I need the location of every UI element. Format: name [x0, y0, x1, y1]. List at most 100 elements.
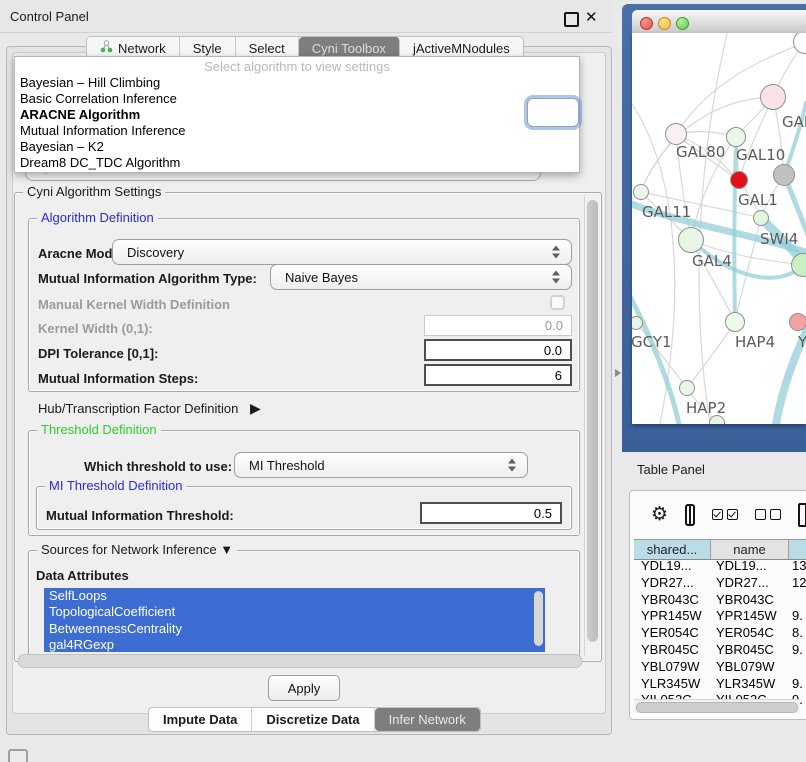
table-row[interactable]: YLR345WYLR345W9.: [634, 676, 806, 693]
table-cell[interactable]: 9.: [789, 642, 806, 659]
table-row[interactable]: YER054CYER054C8.: [634, 625, 806, 642]
attribute-item-betweennesscentrality[interactable]: BetweennessCentrality: [44, 621, 545, 637]
network-canvas[interactable]: GALGAL80GAL10GAL1GAL11SWI4GAL4HAP4YGCY1H…: [632, 33, 806, 424]
network-node-hap2[interactable]: [679, 380, 695, 396]
table-cell[interactable]: 8.: [789, 625, 806, 642]
unchecked-box-icon: [755, 509, 766, 520]
table-hscrollbar-thumb[interactable]: [636, 702, 798, 713]
which-threshold-combobox[interactable]: MI Threshold: [234, 452, 528, 478]
collapsed-arrow-icon[interactable]: ▶: [250, 400, 261, 416]
table-row[interactable]: YBR043CYBR043C: [634, 592, 806, 609]
float-panel-icon[interactable]: [564, 12, 579, 27]
tab-discretize-data[interactable]: Discretize Data: [252, 708, 374, 731]
mi-type-combobox[interactable]: Naive Bayes: [270, 264, 572, 290]
show-columns-icon[interactable]: [712, 509, 738, 520]
network-node-gal4[interactable]: [678, 227, 704, 253]
tab-label: jActiveMNodules: [413, 41, 510, 56]
algorithm-dropdown-popup: Select algorithm to view settings Bayesi…: [14, 56, 580, 173]
column-header-shared[interactable]: shared...: [634, 540, 711, 559]
table-cell[interactable]: YBL079W: [711, 659, 789, 676]
table-cell[interactable]: YDR27...: [634, 575, 711, 592]
table-hscrollbar-track[interactable]: [634, 699, 800, 713]
table-cell[interactable]: 9.: [789, 676, 806, 693]
attribute-item-selfloops[interactable]: SelfLoops: [44, 588, 545, 604]
aracne-mode-combobox[interactable]: Discovery: [112, 239, 572, 265]
table-row[interactable]: YPR145WYPR145W9.: [634, 608, 806, 625]
table-cell[interactable]: YLR345W: [634, 676, 711, 693]
table-cell[interactable]: YPR145W: [711, 608, 789, 625]
new-table-icon[interactable]: [798, 503, 806, 527]
close-window-icon[interactable]: [640, 17, 653, 30]
mi-steps-field[interactable]: 6: [424, 364, 572, 386]
table-cell[interactable]: YER054C: [711, 625, 789, 642]
table-row[interactable]: YDR27...YDR27...12: [634, 575, 806, 592]
network-node-gal80[interactable]: [665, 123, 687, 145]
column-header-name[interactable]: name: [711, 540, 789, 559]
split-columns-icon[interactable]: [685, 504, 695, 526]
algorithm-option-bayesian-hill-climbing[interactable]: Bayesian – Hill Climbing: [15, 75, 579, 91]
table-cell[interactable]: 13: [789, 558, 806, 575]
table-cell[interactable]: [789, 659, 806, 676]
algorithm-option-basic-correlation-inference[interactable]: Basic Correlation Inference: [15, 91, 579, 107]
algorithm-option-dream8-dc-tdc-algorithm[interactable]: Dream8 DC_TDC Algorithm: [15, 155, 579, 171]
hide-columns-icon[interactable]: [755, 509, 781, 520]
table-cell[interactable]: YBR045C: [711, 642, 789, 659]
tab-impute-data[interactable]: Impute Data: [149, 708, 252, 731]
table-row[interactable]: YBL079WYBL079W: [634, 659, 806, 676]
table-cell[interactable]: YBR043C: [634, 592, 711, 609]
table-row[interactable]: YDL19...YDL19...13: [634, 558, 806, 575]
attributes-scrollbar-thumb[interactable]: [534, 591, 543, 646]
cursor-arrow-icon: [615, 369, 621, 377]
gear-icon[interactable]: ⚙: [651, 505, 668, 524]
zoom-window-icon[interactable]: [676, 17, 689, 30]
table-cell[interactable]: YDR27...: [711, 575, 789, 592]
network-node-gal11[interactable]: [633, 184, 649, 200]
network-node-hap4[interactable]: [725, 312, 745, 332]
data-attributes-list[interactable]: SelfLoopsTopologicalCoefficientBetweenne…: [44, 588, 545, 652]
table-cell[interactable]: 12: [789, 575, 806, 592]
dpi-tolerance-field[interactable]: 0.0: [424, 339, 572, 361]
table-cell[interactable]: YER054C: [634, 625, 711, 642]
tab-infer-network[interactable]: Infer Network: [375, 708, 480, 731]
network-node-y[interactable]: [789, 313, 806, 331]
table-row[interactable]: YBR045CYBR045C9.: [634, 642, 806, 659]
mi-type-value: Naive Bayes: [285, 270, 358, 285]
apply-button[interactable]: Apply: [268, 675, 340, 701]
algorithm-option-mutual-information-inference[interactable]: Mutual Information Inference: [15, 123, 579, 139]
settings-scrollbar-thumb[interactable]: [587, 200, 598, 642]
table-cell[interactable]: YDL19...: [634, 558, 711, 575]
network-node-gal1[interactable]: [730, 171, 748, 189]
network-node-swi4[interactable]: [753, 210, 769, 226]
tab-label: Style: [193, 41, 222, 56]
table-cell[interactable]: [789, 592, 806, 609]
network-node-gal10[interactable]: [726, 127, 746, 147]
algorithm-option-aracne-algorithm[interactable]: ARACNE Algorithm: [15, 107, 579, 123]
table-cell[interactable]: YBL079W: [634, 659, 711, 676]
minimize-window-icon[interactable]: [658, 17, 671, 30]
table-cell[interactable]: 9.: [789, 608, 806, 625]
network-window-titlebar[interactable]: [632, 10, 806, 34]
attribute-item-topologicalcoefficient[interactable]: TopologicalCoefficient: [44, 604, 545, 620]
expanded-arrow-icon[interactable]: ▼: [220, 542, 233, 557]
settings-hscrollbar-thumb[interactable]: [18, 654, 582, 668]
table-cell[interactable]: YBR043C: [711, 592, 789, 609]
algorithm-option-bayesian-k2[interactable]: Bayesian – K2: [15, 139, 579, 155]
table-cell[interactable]: YLR345W: [711, 676, 789, 693]
kernel-width-field[interactable]: 0.0: [424, 315, 572, 336]
hub-section-header[interactable]: Hub/Transcription Factor Definition ▶: [38, 400, 261, 417]
mi-threshold-field[interactable]: 0.5: [420, 502, 562, 524]
sources-legend: Sources for Network Inference ▼: [37, 542, 237, 557]
manual-kernel-checkbox[interactable]: [550, 295, 565, 310]
table-cell[interactable]: YDL19...: [711, 558, 789, 575]
floating-window-icon[interactable]: [8, 749, 28, 762]
focused-combobox-fragment[interactable]: [527, 98, 579, 127]
network-node-gal[interactable]: [760, 84, 786, 110]
network-node[interactable]: [773, 164, 795, 186]
close-panel-icon[interactable]: ✕: [585, 8, 598, 26]
network-node[interactable]: [709, 415, 725, 424]
table-cell[interactable]: YPR145W: [634, 608, 711, 625]
column-header-a[interactable]: A: [789, 540, 806, 559]
settings-scrollbar-track[interactable]: [584, 196, 600, 656]
table-cell[interactable]: YBR045C: [634, 642, 711, 659]
attribute-item-gal4rgexp[interactable]: gal4RGexp: [44, 637, 545, 652]
